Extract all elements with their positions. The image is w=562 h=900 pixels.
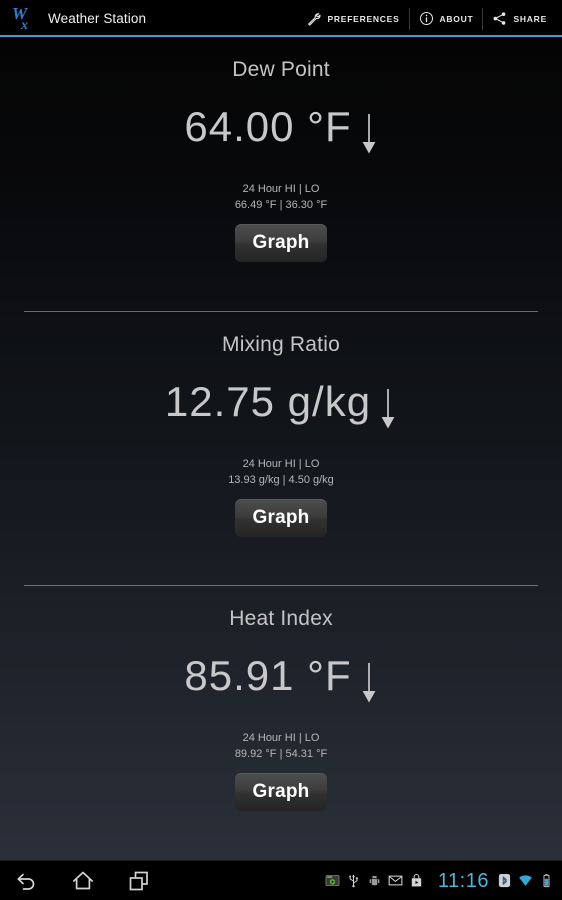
current-value: 64.00 °F xyxy=(184,103,352,150)
share-label: SHARE xyxy=(513,13,547,24)
gmail-icon xyxy=(388,875,403,886)
action-bar-actions: PREFERENCES ABOUT SHARE xyxy=(297,0,556,37)
value-row: 12.75 g/kg xyxy=(164,377,397,431)
hilo-block: 24 Hour HI | LO 13.93 g/kg | 4.50 g/kg xyxy=(228,456,334,488)
hilo-label: 24 Hour HI | LO xyxy=(242,732,320,745)
hilo-block: 24 Hour HI | LO 89.92 °F | 54.31 °F xyxy=(235,730,327,762)
panel-mixing-ratio: Mixing Ratio 12.75 g/kg 24 Hour HI | LO … xyxy=(0,312,562,586)
main-content: Dew Point 64.00 °F 24 Hour HI | LO 66.49… xyxy=(0,37,562,860)
arrow-down-icon xyxy=(362,114,376,154)
bluetooth-icon xyxy=(498,873,511,888)
hilo-values: 66.49 °F | 36.30 °F xyxy=(234,199,328,211)
about-button[interactable]: ABOUT xyxy=(410,5,483,32)
value-row: 64.00 °F xyxy=(184,106,377,156)
hilo-block: 24 Hour HI | LO 66.49 °F | 36.30 °F xyxy=(235,181,327,213)
info-circle-icon xyxy=(419,11,433,26)
panel-dew-point: Dew Point 64.00 °F 24 Hour HI | LO 66.49… xyxy=(0,37,562,311)
hilo-label: 24 Hour HI | LO xyxy=(242,183,320,195)
preferences-label: PREFERENCES xyxy=(327,13,400,24)
current-value: 12.75 g/kg xyxy=(164,377,372,425)
recents-icon[interactable] xyxy=(126,868,152,894)
graph-button[interactable]: Graph xyxy=(235,224,327,262)
android-debug-icon xyxy=(369,875,380,886)
hilo-values: 13.93 g/kg | 4.50 g/kg xyxy=(228,473,334,486)
system-navigation-bar: 11:16 xyxy=(0,860,562,900)
hilo-label: 24 Hour HI | LO xyxy=(242,457,320,470)
preferences-button[interactable]: PREFERENCES xyxy=(297,5,408,32)
nav-buttons xyxy=(14,868,152,894)
current-value: 85.91 °F xyxy=(184,652,352,700)
svg-text:x: x xyxy=(20,18,28,33)
app-screen: W x Weather Station PREFERENCES ABOUT SH… xyxy=(0,0,562,900)
panel-title: Dew Point xyxy=(232,58,330,81)
usb-icon xyxy=(349,874,358,888)
home-icon[interactable] xyxy=(70,868,96,894)
panel-title: Heat Index xyxy=(229,607,333,631)
about-label: ABOUT xyxy=(439,13,474,24)
arrow-down-icon xyxy=(381,388,395,429)
action-bar: W x Weather Station PREFERENCES ABOUT SH… xyxy=(0,0,562,37)
value-row: 85.91 °F xyxy=(184,655,377,705)
battery-icon xyxy=(543,874,550,888)
wx-logo-icon: W x xyxy=(12,4,29,33)
wrench-icon xyxy=(308,13,321,26)
graph-button[interactable]: Graph xyxy=(235,498,327,537)
graph-button[interactable]: Graph xyxy=(235,773,327,812)
back-icon[interactable] xyxy=(14,868,40,894)
share-button[interactable]: SHARE xyxy=(483,5,556,32)
screenshot-icon xyxy=(325,875,340,886)
hilo-values: 89.92 °F | 54.31 °F xyxy=(234,748,328,761)
panel-heat-index: Heat Index 85.91 °F 24 Hour HI | LO 89.9… xyxy=(0,586,562,860)
wifi-icon xyxy=(519,875,532,886)
panel-title: Mixing Ratio xyxy=(222,332,340,356)
play-store-icon xyxy=(411,873,422,887)
arrow-down-icon xyxy=(362,663,376,703)
share-icon xyxy=(494,12,506,25)
status-clock: 11:16 xyxy=(437,869,489,892)
app-title: Weather Station xyxy=(48,11,147,26)
status-tray[interactable]: 11:16 xyxy=(325,871,554,891)
